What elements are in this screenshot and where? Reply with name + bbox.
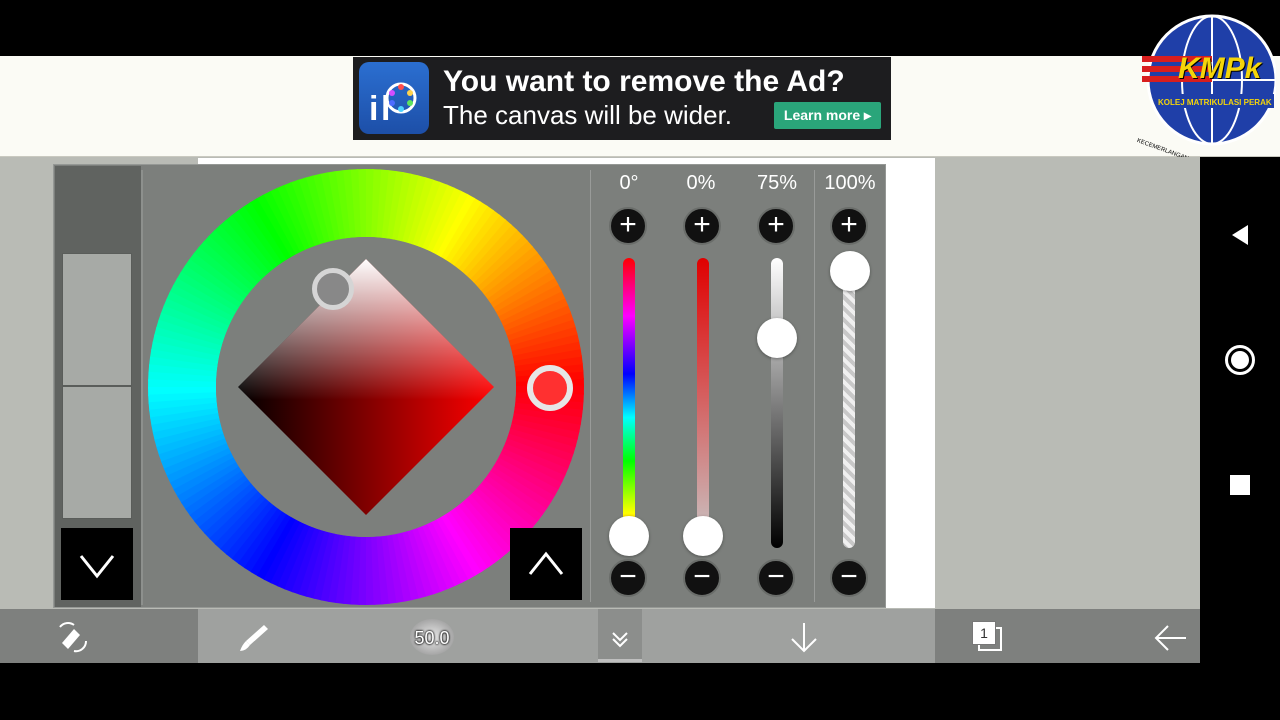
ibispaint-logo-icon: i l <box>359 62 429 134</box>
hue-increase-button[interactable]: + <box>609 207 647 245</box>
brightness-value-label: 75% <box>756 172 798 194</box>
kmpk-name-text: KOLEJ MATRIKULASI PERAK <box>1158 98 1272 107</box>
bottom-toolbar: 50.0 1 <box>0 609 1200 663</box>
brightness-slider-track[interactable] <box>771 258 783 548</box>
double-chevron-down-icon <box>612 632 628 648</box>
opacity-slider-track[interactable] <box>843 258 855 548</box>
hue-slider-knob[interactable] <box>609 516 649 556</box>
saturation-value-label: 0% <box>686 172 716 194</box>
expand-panel-button[interactable] <box>510 528 582 600</box>
saturation-decrease-button[interactable]: − <box>683 559 721 597</box>
bottom-black-band <box>0 663 1280 720</box>
ad-title: You want to remove the Ad? <box>443 65 845 98</box>
brush-size-value: 50.0 <box>414 628 450 648</box>
brush-size-indicator[interactable]: 50.0 <box>410 619 454 655</box>
hue-value-label: 0° <box>619 172 639 194</box>
learn-more-button[interactable]: Learn more ▸ <box>774 102 881 129</box>
opacity-value-label: 100% <box>824 172 876 194</box>
back-arrow-icon[interactable] <box>1154 623 1188 653</box>
previous-color-swatch[interactable] <box>62 386 132 519</box>
opacity-slider-knob[interactable] <box>830 251 870 291</box>
saturation-slider-knob[interactable] <box>683 516 723 556</box>
brightness-increase-button[interactable]: + <box>757 207 795 245</box>
chevron-down-icon <box>79 555 115 579</box>
toolbar-canvas-section <box>198 609 935 663</box>
current-color-swatch[interactable] <box>62 253 132 386</box>
color-picker-toggle[interactable] <box>598 609 642 662</box>
down-arrow-icon[interactable] <box>788 621 820 655</box>
saturation-slider-track[interactable] <box>697 258 709 548</box>
nav-home-icon[interactable] <box>1225 345 1255 375</box>
saturation-increase-button[interactable]: + <box>683 207 721 245</box>
nav-back-icon[interactable] <box>1228 223 1250 247</box>
brightness-decrease-button[interactable]: − <box>757 559 795 597</box>
layers-button[interactable]: 1 <box>970 621 1006 655</box>
top-black-band <box>0 0 1280 56</box>
opacity-increase-button[interactable]: + <box>830 207 868 245</box>
hue-ring-handle[interactable] <box>527 365 573 411</box>
opacity-decrease-button[interactable]: − <box>830 559 868 597</box>
opacity-divider <box>814 170 815 602</box>
saturation-brightness-handle[interactable] <box>312 268 354 310</box>
tool-switch-icon[interactable] <box>56 621 92 653</box>
hue-decrease-button[interactable]: − <box>609 559 647 597</box>
collapse-panel-button[interactable] <box>61 528 133 600</box>
hue-slider-track[interactable] <box>623 258 635 548</box>
android-nav-bar <box>1200 157 1280 663</box>
panel-divider <box>141 170 143 605</box>
sliders-divider <box>590 170 591 602</box>
brush-icon[interactable] <box>236 621 272 653</box>
kmpk-watermark-logo: KMPk KOLEJ MATRIKULASI PERAK KECEMERLANG… <box>1136 6 1278 191</box>
kmpk-logo-text: KMPk <box>1178 52 1262 85</box>
chevron-up-icon <box>528 551 564 575</box>
layer-count: 1 <box>972 621 996 645</box>
nav-recents-icon[interactable] <box>1230 475 1250 495</box>
ad-banner[interactable]: i l You want to remove the Ad? The canva… <box>353 57 891 140</box>
brightness-slider-knob[interactable] <box>757 318 797 358</box>
svg-text:i: i <box>369 90 378 128</box>
ad-subtitle: The canvas will be wider. <box>443 100 733 130</box>
